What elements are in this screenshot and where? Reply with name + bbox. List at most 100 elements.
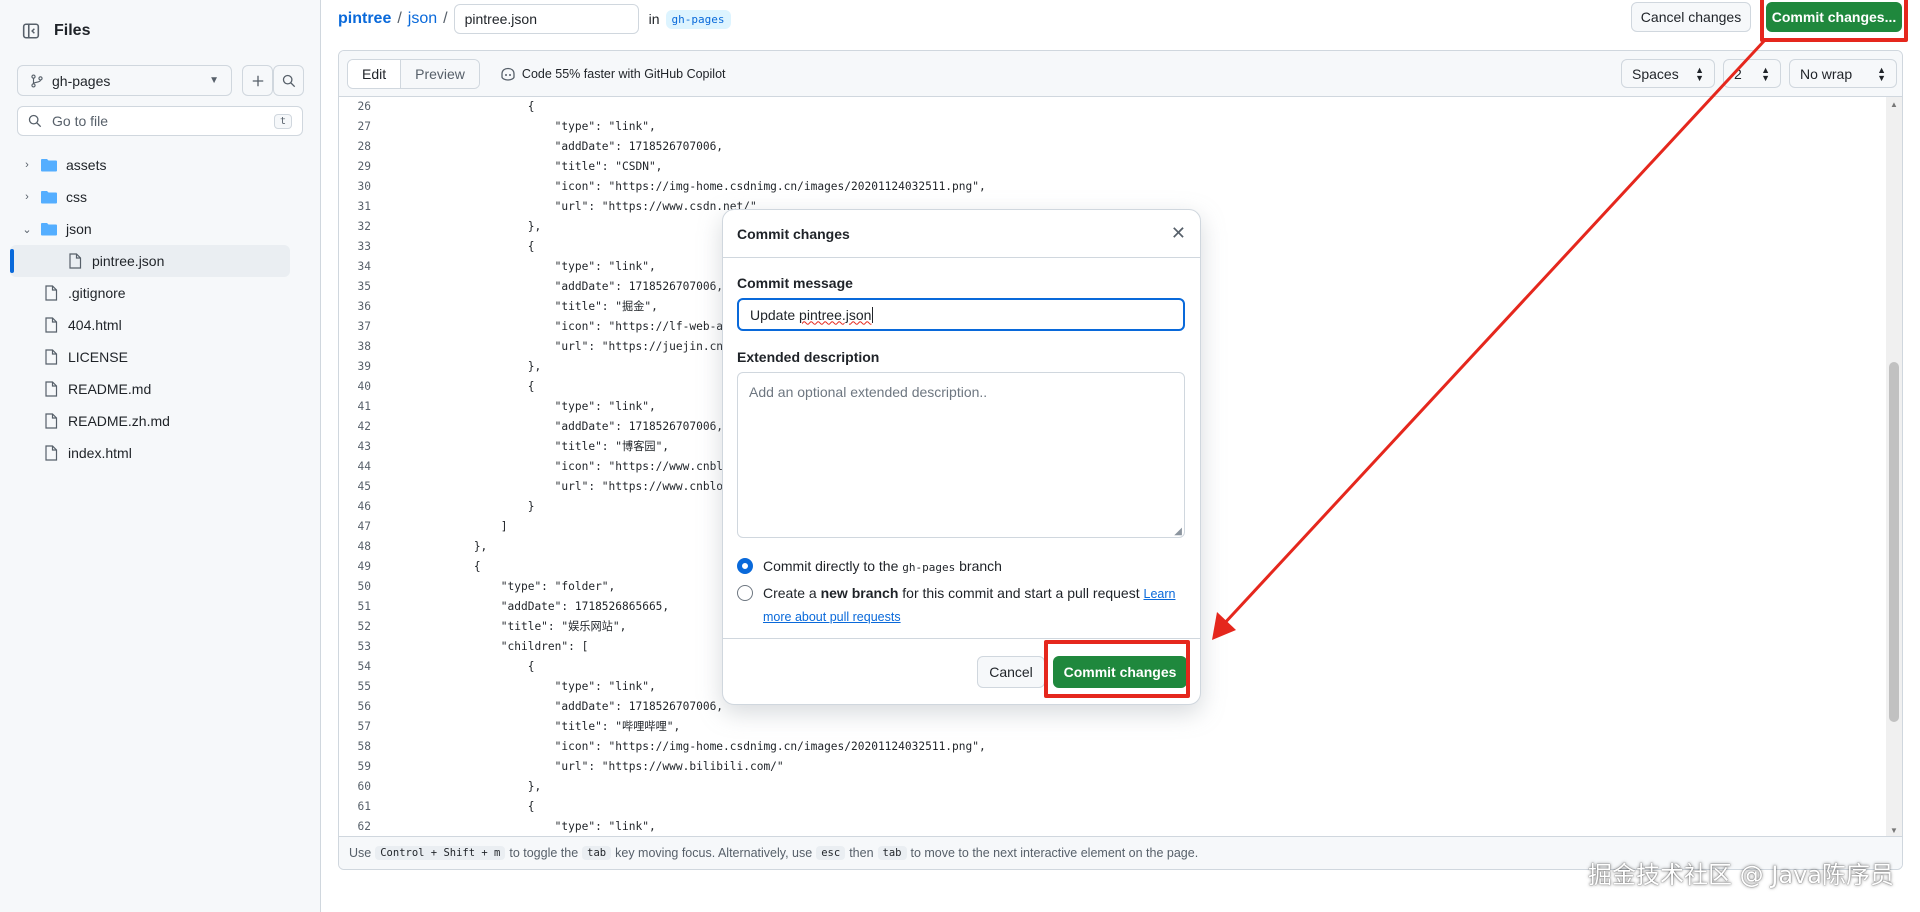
tree-folder-item[interactable]: ⌄ json — [10, 213, 290, 245]
select-arrows-icon: ▲ ▼ — [1877, 64, 1886, 83]
breadcrumb-folder-link[interactable]: json — [408, 10, 437, 28]
tree-folder-item[interactable]: › assets — [10, 149, 290, 181]
extended-description-textarea[interactable]: Add an optional extended description.. ◢ — [737, 372, 1185, 538]
option-commit-direct[interactable]: Commit directly to the gh-pages branch — [737, 555, 1177, 579]
branch-selector[interactable]: gh-pages ▼ — [17, 65, 232, 96]
footer-text: Use — [349, 846, 372, 860]
radio-commit-direct[interactable] — [737, 558, 753, 574]
go-to-file-input[interactable]: Go to file t — [17, 106, 303, 136]
select-arrows-icon: ▲ ▼ — [1761, 64, 1770, 83]
line-number: 41 — [357, 400, 371, 413]
copilot-promo[interactable]: Code 55% faster with GitHub Copilot — [500, 67, 726, 81]
tree-file-item[interactable]: LICENSE — [10, 341, 290, 373]
branch-badge[interactable]: gh-pages — [665, 9, 731, 29]
line-content: { — [393, 800, 535, 813]
tree-file-item[interactable]: pintree.json — [10, 245, 290, 277]
filename-input[interactable]: pintree.json — [453, 4, 639, 34]
tree-folder-item[interactable]: › css — [10, 181, 290, 213]
scroll-down-icon[interactable]: ▼ — [1890, 826, 1898, 835]
tree-item-label: LICENSE — [68, 349, 128, 365]
tree-item-label: assets — [66, 157, 107, 173]
add-file-button[interactable] — [242, 65, 273, 96]
option-branch-name: gh-pages — [902, 561, 956, 574]
wrap-mode-select[interactable]: No wrap ▲ ▼ — [1789, 59, 1897, 88]
option-text: branch — [959, 558, 1002, 574]
footer-text: to move to the next interactive element … — [910, 846, 1199, 860]
line-content: }, — [393, 780, 542, 793]
code-line[interactable]: 29 "title": "CSDN", — [339, 157, 1886, 177]
select-arrows-icon: ▲ ▼ — [1695, 64, 1704, 83]
code-line[interactable]: 28 "addDate": 1718526707006, — [339, 137, 1886, 157]
code-line[interactable]: 59 "url": "https://www.bilibili.com/" — [339, 757, 1886, 777]
sidebar-title: Files — [54, 22, 91, 39]
go-to-file-placeholder: Go to file — [52, 113, 109, 129]
scroll-up-icon[interactable]: ▲ — [1890, 100, 1898, 109]
line-number: 45 — [357, 480, 371, 493]
indent-size-value: 2 — [1734, 65, 1742, 82]
chevron-down-icon[interactable]: ⌄ — [18, 223, 36, 236]
copilot-text: Code 55% faster with GitHub Copilot — [521, 66, 726, 81]
line-content: "addDate": 1718526707006, — [393, 700, 724, 713]
line-number: 58 — [357, 740, 371, 753]
dialog-commit-button[interactable]: Commit changes — [1053, 656, 1187, 688]
code-line[interactable]: 57 "title": "哔哩哔哩", — [339, 717, 1886, 737]
wrap-mode-value: No wrap — [1800, 65, 1853, 82]
folder-icon — [36, 222, 66, 236]
chevron-right-icon[interactable]: › — [18, 159, 36, 171]
tab-edit[interactable]: Edit — [348, 59, 402, 88]
code-line[interactable]: 60 }, — [339, 777, 1886, 797]
vertical-scrollbar[interactable]: ▲ ▼ — [1886, 97, 1902, 838]
code-line[interactable]: 58 "icon": "https://img-home.csdnimg.cn/… — [339, 737, 1886, 757]
tree-file-item[interactable]: index.html — [10, 437, 290, 469]
line-number: 50 — [357, 580, 371, 593]
tree-file-item[interactable]: .gitignore — [10, 277, 290, 309]
line-number: 52 — [357, 620, 371, 633]
search-files-button[interactable] — [273, 65, 304, 96]
line-content: "url": "https://juejin.cn — [393, 340, 724, 353]
line-number: 34 — [357, 260, 371, 273]
branch-name: gh-pages — [52, 72, 111, 89]
file-sidebar: Files gh-pages ▼ Go to file t › assets › cs… — [0, 0, 321, 912]
code-line[interactable]: 61 { — [339, 797, 1886, 817]
code-line[interactable]: 27 "type": "link", — [339, 117, 1886, 137]
line-content: "children": [ — [393, 640, 589, 653]
commit-message-value-a: Update — [750, 306, 800, 323]
line-number: 56 — [357, 700, 371, 713]
commit-changes-button[interactable]: Commit changes... — [1766, 2, 1902, 32]
line-number: 47 — [357, 520, 371, 533]
indent-mode-select[interactable]: Spaces ▲ ▼ — [1621, 59, 1715, 88]
tree-file-item[interactable]: 404.html — [10, 309, 290, 341]
option-new-branch[interactable]: Create a new branch for this commit and … — [737, 582, 1177, 628]
close-icon[interactable]: ✕ — [1171, 223, 1186, 244]
tree-file-item[interactable]: README.md — [10, 373, 290, 405]
sidebar-collapse-icon[interactable] — [22, 22, 40, 40]
folder-icon — [36, 190, 66, 204]
code-line[interactable]: 26 { — [339, 97, 1886, 117]
scrollbar-thumb[interactable] — [1889, 362, 1899, 722]
line-content: }, — [393, 360, 542, 373]
line-content: { — [393, 560, 481, 573]
line-content: "title": "掘金", — [393, 300, 658, 313]
line-content: "title": "博客园", — [393, 440, 670, 453]
tree-file-item[interactable]: README.zh.md — [10, 405, 290, 437]
extended-description-placeholder: Add an optional extended description.. — [749, 384, 988, 400]
line-content: "url": "https://www.csdn.net/" — [393, 200, 757, 213]
resize-handle-icon[interactable]: ◢ — [1174, 526, 1182, 537]
line-content: "url": "https://www.bilibili.com/" — [393, 760, 784, 773]
line-number: 51 — [357, 600, 371, 613]
line-number: 49 — [357, 560, 371, 573]
editor-toolbar: Edit Preview Code 55% faster with GitHub… — [339, 51, 1902, 97]
line-content: "title": "CSDN", — [393, 160, 663, 173]
chevron-right-icon[interactable]: › — [18, 191, 36, 203]
commit-message-input[interactable]: Update pintree.json — [737, 298, 1185, 331]
dialog-title: Commit changes — [737, 225, 850, 242]
cancel-changes-button[interactable]: Cancel changes — [1631, 2, 1751, 32]
breadcrumb-repo-link[interactable]: pintree — [338, 10, 391, 28]
dialog-cancel-button[interactable]: Cancel — [977, 656, 1045, 688]
code-line[interactable]: 62 "type": "link", — [339, 817, 1886, 837]
file-icon — [44, 285, 68, 301]
tab-preview[interactable]: Preview — [401, 59, 479, 88]
indent-size-select[interactable]: 2 ▲ ▼ — [1723, 59, 1781, 88]
code-line[interactable]: 30 "icon": "https://img-home.csdnimg.cn/… — [339, 177, 1886, 197]
radio-new-branch[interactable] — [737, 585, 753, 601]
